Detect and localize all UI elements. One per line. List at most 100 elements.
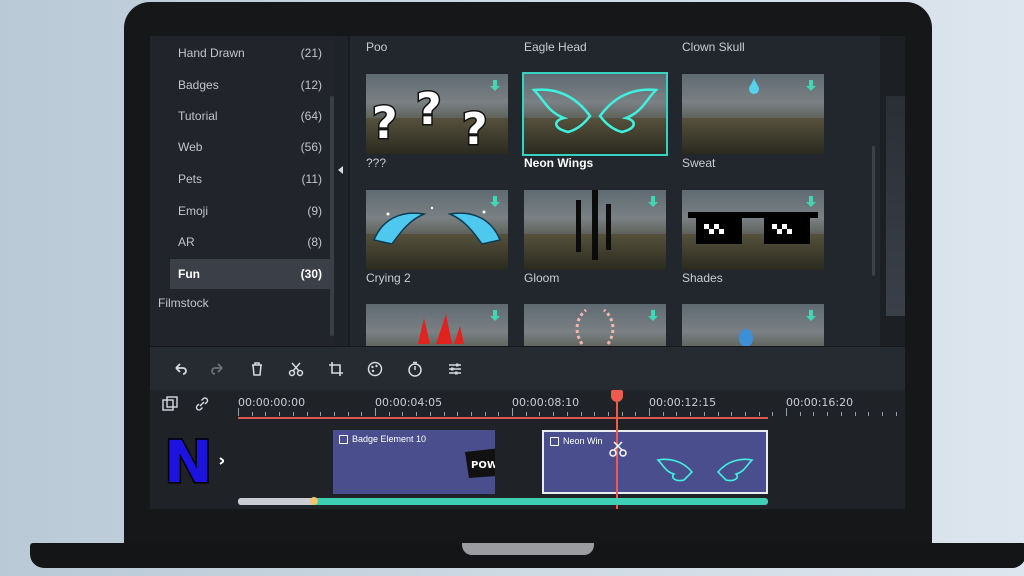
- timer-icon: [408, 361, 422, 377]
- ruler-tick: [621, 412, 623, 416]
- preview-panel-edge: [880, 36, 905, 346]
- ruler-tick: [703, 412, 705, 416]
- ruler-tick: [292, 412, 294, 416]
- effects-gallery: Poo Eagle Head Clown Skull ??? ??? Neon …: [350, 36, 880, 346]
- horns-icon: [575, 308, 615, 345]
- tears-icon: [372, 206, 502, 245]
- clip-label: Neon Win: [563, 436, 603, 446]
- ruler-tick: [333, 412, 335, 416]
- sweat-drop-icon: [749, 78, 759, 94]
- download-icon[interactable]: [806, 310, 816, 322]
- effect-thumbnail-neon-wings[interactable]: [522, 72, 668, 156]
- ruler-tick: [635, 412, 637, 416]
- blue-figure-icon: [739, 329, 753, 346]
- add-track-button[interactable]: [160, 394, 180, 414]
- speed-button[interactable]: [405, 359, 425, 379]
- timeline-clip-neon-wings[interactable]: Neon Win: [542, 430, 768, 494]
- link-icon: [195, 397, 209, 411]
- sidebar-item-ar[interactable]: AR (8): [170, 227, 330, 257]
- delete-button[interactable]: [247, 359, 267, 379]
- effect-thumbnail-gloom[interactable]: [524, 190, 666, 270]
- effect-thumbnail-sweat[interactable]: [682, 74, 824, 154]
- svg-text:POW: POW: [471, 460, 495, 471]
- sidebar-item-count: (56): [300, 140, 322, 154]
- download-icon[interactable]: [648, 196, 658, 208]
- effect-thumbnail-question-marks[interactable]: ???: [366, 74, 508, 154]
- crop-button[interactable]: [326, 359, 346, 379]
- ruler-tick: [238, 408, 239, 416]
- ruler-tick: [854, 412, 856, 416]
- sidebar-item-count: (30): [300, 267, 322, 281]
- n-logo: N: [158, 427, 226, 498]
- sidebar-item-web[interactable]: Web (56): [170, 132, 330, 162]
- comic-burst-icon: [418, 314, 464, 344]
- gallery-scrollbar[interactable]: [872, 146, 875, 276]
- timecode-label: 00:00:16:20: [786, 396, 854, 409]
- work-area-bar[interactable]: [238, 417, 768, 419]
- ruler-tick: [429, 412, 431, 416]
- redo-button[interactable]: [208, 359, 228, 379]
- effect-thumbnail-crying[interactable]: [366, 190, 508, 270]
- sidebar-item-count: (9): [307, 204, 322, 218]
- ruler-tick: [498, 412, 500, 416]
- color-button[interactable]: [365, 359, 385, 379]
- effect-thumbnail-shades[interactable]: [682, 190, 824, 270]
- adjust-button[interactable]: [445, 359, 465, 379]
- sidebar-scrollbar[interactable]: [330, 96, 334, 336]
- undo-button[interactable]: [170, 359, 190, 379]
- ruler-tick: [881, 412, 883, 416]
- neon-wings-preview-icon: [656, 458, 754, 482]
- ruler-tick: [320, 412, 322, 416]
- download-icon[interactable]: [490, 80, 500, 92]
- ruler-tick: [758, 412, 760, 416]
- ruler-tick: [840, 412, 842, 416]
- ruler-tick: [717, 412, 719, 416]
- download-icon[interactable]: [806, 196, 816, 208]
- thumb-label: Gloom: [524, 271, 560, 285]
- timecode-label: 00:00:00:00: [238, 396, 306, 409]
- download-icon[interactable]: [490, 196, 500, 208]
- sidebar-item-hand-drawn[interactable]: Hand Drawn (21): [170, 38, 330, 68]
- ruler-tick: [580, 412, 582, 416]
- effect-thumbnail-row3-1[interactable]: [366, 304, 508, 346]
- clip-type-icon: [550, 436, 559, 446]
- sidebar-item-label: Hand Drawn: [178, 46, 245, 60]
- timecode-label: 00:00:12:15: [649, 396, 717, 409]
- playhead-handle[interactable]: [611, 390, 623, 402]
- ruler-tick: [813, 412, 815, 416]
- sidebar-item-emoji[interactable]: Emoji (9): [170, 196, 330, 226]
- sidebar-item-pets[interactable]: Pets (11): [170, 164, 330, 194]
- clip-label: Badge Element 10: [352, 434, 427, 444]
- timeline-clip-badge[interactable]: Badge Element 10 POW: [333, 430, 495, 494]
- thumb-label: Crying 2: [366, 271, 411, 285]
- effect-thumbnail-row3-2[interactable]: [524, 304, 666, 346]
- sidebar-item-filmstock[interactable]: Filmstock: [158, 296, 209, 310]
- thumb-label: Sweat: [682, 156, 716, 170]
- sliders-icon: [449, 363, 461, 375]
- ruler-tick: [402, 412, 404, 416]
- render-progress-done: [238, 498, 313, 505]
- ruler-tick: [594, 412, 596, 416]
- thumb-label: Shades: [682, 271, 723, 285]
- ruler-tick: [731, 412, 733, 416]
- download-icon[interactable]: [490, 310, 500, 322]
- sidebar-item-label: Badges: [178, 78, 219, 92]
- link-button[interactable]: [192, 394, 212, 414]
- sidebar-item-label: AR: [178, 235, 195, 249]
- download-icon[interactable]: [806, 80, 816, 92]
- add-track-icon: [162, 396, 178, 411]
- thumb-label: ???: [366, 156, 387, 170]
- split-scissors-icon[interactable]: [608, 440, 628, 458]
- cut-button[interactable]: [286, 359, 306, 379]
- timeline-toolbar: [150, 346, 905, 390]
- ruler-tick: [690, 412, 692, 416]
- sidebar-item-badges[interactable]: Badges (12): [170, 70, 330, 100]
- ruler-tick: [553, 412, 555, 416]
- cut-icon: [288, 362, 304, 377]
- sidebar-item-fun[interactable]: Fun (30): [170, 259, 330, 289]
- collapse-panel-icon[interactable]: [338, 166, 343, 174]
- effect-thumbnail-row3-3[interactable]: [682, 304, 824, 346]
- download-icon[interactable]: [648, 310, 658, 322]
- sidebar-item-tutorial[interactable]: Tutorial (64): [170, 101, 330, 131]
- ruler-tick: [279, 412, 281, 416]
